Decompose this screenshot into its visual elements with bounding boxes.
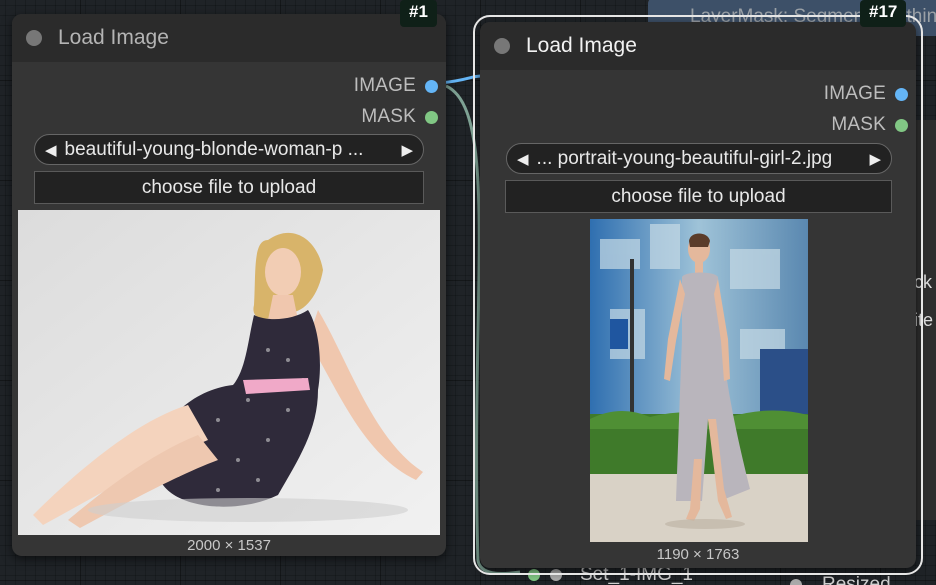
upload-button[interactable]: choose file to upload (505, 180, 892, 213)
image-file-combo[interactable]: ◀ beautiful-young-blonde-woman-p ... ▶ (34, 134, 424, 165)
image-preview (18, 210, 440, 535)
image-link (439, 74, 483, 85)
combo-value: ... portrait-young-beautiful-girl-2.jpg (536, 147, 833, 169)
node-header[interactable]: Load Image (480, 22, 916, 70)
node-id-badge: #1 (400, 0, 437, 27)
combo-right-arrow-icon[interactable]: ▶ (869, 150, 881, 168)
output-mask-label: MASK (831, 114, 886, 135)
output-mask[interactable]: MASK (361, 106, 438, 128)
image-dimensions: 2000 × 1537 (187, 537, 271, 554)
node-title: Load Image (526, 34, 637, 57)
node-title: Load Image (58, 26, 169, 49)
node-id-badge: #17 (860, 0, 907, 27)
output-image[interactable]: IMAGE (354, 75, 438, 97)
set-node-dot-2 (550, 569, 562, 581)
output-image[interactable]: IMAGE (824, 83, 908, 105)
preview-woman-sitting-image (18, 210, 440, 535)
load-image-node-1[interactable]: #1 Load Image IMAGE MASK ◀ beautiful-you… (12, 0, 446, 556)
mask-port-icon[interactable] (425, 110, 438, 124)
output-mask[interactable]: MASK (831, 114, 908, 136)
set-node-dot (528, 569, 540, 581)
image-file-combo[interactable]: ◀ ... portrait-young-beautiful-girl-2.jp… (506, 143, 892, 174)
node-header[interactable]: Load Image (12, 14, 446, 62)
output-image-label: IMAGE (353, 75, 416, 96)
collapse-dot-icon[interactable] (26, 30, 42, 46)
image-port-icon[interactable] (895, 87, 908, 101)
load-image-node-17[interactable]: #17 Load Image IMAGE MASK ◀ ... portrait… (473, 0, 923, 575)
mask-port-icon[interactable] (895, 118, 908, 132)
upload-button[interactable]: choose file to upload (34, 171, 424, 204)
combo-left-arrow-icon[interactable]: ◀ (517, 150, 529, 168)
image-port-icon[interactable] (425, 79, 438, 93)
resized-label: Resized (822, 574, 891, 585)
image-preview (590, 219, 808, 542)
bg-node-resized[interactable]: Resized (790, 574, 936, 585)
output-mask-label: MASK (361, 106, 416, 127)
collapse-dot-icon[interactable] (494, 38, 510, 54)
combo-value: beautiful-young-blonde-woman-p ... (64, 138, 364, 160)
output-image-label: IMAGE (823, 83, 886, 104)
combo-right-arrow-icon[interactable]: ▶ (401, 141, 413, 159)
resized-dot (790, 579, 802, 585)
workflow-canvas[interactable]: LayerMask: Segment Anything ck ite Set_1… (0, 0, 936, 585)
image-dimensions: 1190 × 1763 (656, 546, 740, 563)
bg-side-frag-2: ite (914, 310, 934, 330)
bg-side-frag-1: ck (914, 272, 932, 292)
combo-left-arrow-icon[interactable]: ◀ (45, 141, 57, 159)
preview-woman-standing-image (590, 219, 808, 542)
